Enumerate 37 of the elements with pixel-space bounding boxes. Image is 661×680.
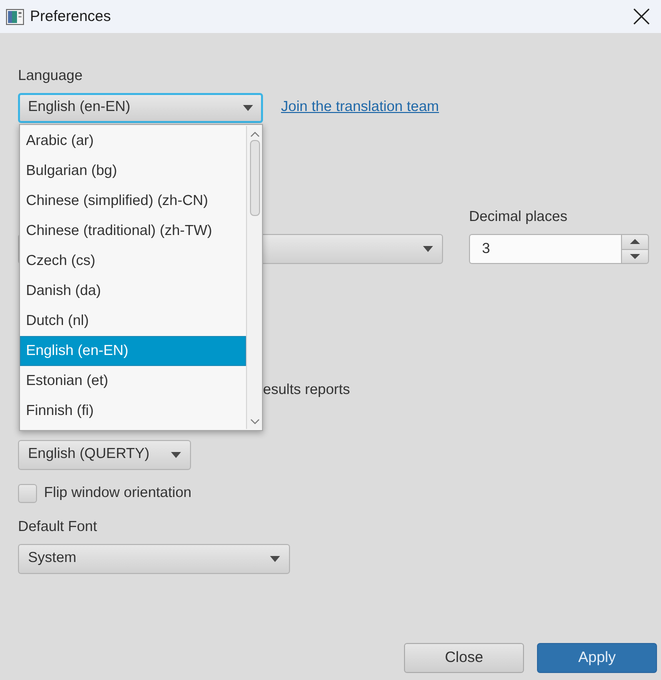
close-button[interactable]: Close: [404, 643, 524, 673]
caret-icon: [171, 452, 181, 458]
number-field[interactable]: 3: [469, 234, 621, 264]
chevron-up-icon[interactable]: [250, 131, 260, 137]
increment-button[interactable]: [621, 234, 649, 250]
dropdown-option[interactable]: Estonian (et): [20, 366, 246, 396]
dropdown-option[interactable]: Arabic (ar): [20, 126, 246, 156]
triangle-up-icon: [630, 239, 640, 244]
dropdown-option[interactable]: Danish (da): [20, 276, 246, 306]
apply-button[interactable]: Apply: [537, 643, 657, 673]
language-dropdown[interactable]: English (en-EN): [18, 93, 263, 123]
field-label: Default Font: [18, 518, 97, 536]
dropdown-option[interactable]: Bulgarian (bg): [20, 156, 246, 186]
scrollbar[interactable]: [246, 126, 262, 429]
dropdown-option[interactable]: Czech (cs): [20, 246, 246, 276]
dropdown-option[interactable]: Dutch (nl): [20, 306, 246, 336]
decrement-button[interactable]: [621, 250, 649, 264]
caret-icon: [423, 246, 433, 252]
dropdown-option[interactable]: Chinese (traditional) (zh-TW): [20, 216, 246, 246]
field-label: Language: [18, 67, 83, 85]
option-label: esults reports: [263, 381, 350, 399]
app-icon: [6, 8, 24, 24]
keyboard-dropdown[interactable]: English (QUERTY): [18, 440, 191, 470]
triangle-down-icon: [630, 254, 640, 259]
scrollbar-thumb[interactable]: [250, 140, 260, 216]
caret-icon: [243, 105, 253, 111]
dropdown-option[interactable]: Chinese (simplified) (zh-CN): [20, 186, 246, 216]
chevron-down-icon[interactable]: [250, 419, 260, 425]
window-title: Preferences: [30, 8, 111, 26]
caret-icon: [270, 556, 280, 562]
dropdown-option[interactable]: Finnish (fi): [20, 396, 246, 426]
close-icon[interactable]: [633, 8, 650, 25]
field-label: Decimal places: [469, 208, 568, 226]
font-dropdown[interactable]: System: [18, 544, 290, 574]
translation-link[interactable]: Join the translation team: [281, 97, 439, 119]
checkbox[interactable]: [18, 484, 37, 503]
checkbox-label: Flip window orientation: [44, 484, 192, 503]
